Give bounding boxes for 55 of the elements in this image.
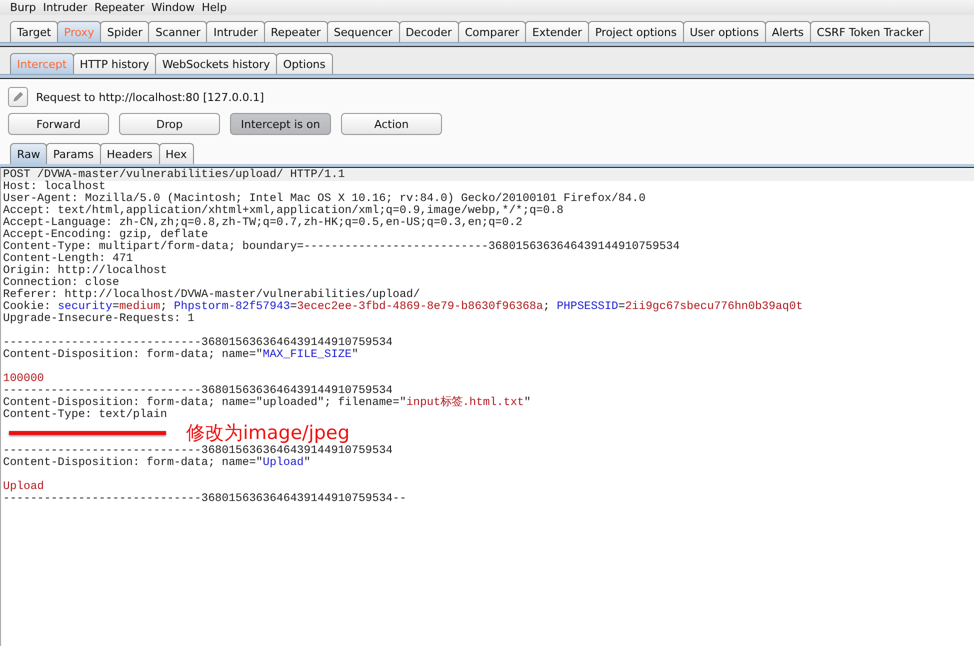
request-line: -----------------------------3680156363646439144910759534 <box>2 337 394 349</box>
menu-item[interactable]: Window <box>151 1 195 14</box>
main-tab[interactable]: Alerts <box>764 21 811 42</box>
request-line: -----------------------------3680156363646439144910759534-- <box>2 493 408 505</box>
action-button[interactable]: Intercept is on <box>230 113 331 135</box>
main-tab[interactable]: CSRF Token Tracker <box>810 21 930 42</box>
main-tab[interactable]: Repeater <box>264 21 328 42</box>
main-tab[interactable]: Extender <box>525 21 590 42</box>
action-button[interactable]: Action <box>341 113 442 135</box>
menu-item[interactable]: Help <box>202 1 227 14</box>
request-line: Referer: http://localhost/DVWA-master/vulnerabilities/upload/ <box>2 289 420 301</box>
main-tab[interactable]: Comparer <box>458 21 526 42</box>
request-line: Host: localhost <box>2 181 106 193</box>
request-line: Content-Disposition: form-data; name="uploaded"; filename="input标签.html.txt" <box>2 397 532 409</box>
sub-tab[interactable]: HTTP history <box>72 53 156 74</box>
request-line: Accept-Language: zh-CN,zh;q=0.8,zh-TW;q=0.7,zh-HK;q=0.5,en-US;q=0.3,en;q=0.2 <box>2 217 524 229</box>
sub-tab[interactable]: Options <box>276 53 333 74</box>
request-line: Cookie: security=medium; Phpstorm-82f57943=3ecec2ee-3fbd-4869-8e79-b8630f96368a; PHPSESSID=2ii9gc67sbecu776hn0b39aq0t <box>2 301 804 313</box>
main-tab[interactable]: User options <box>682 21 766 42</box>
request-line: Upgrade-Insecure-Requests: 1 <box>2 313 196 325</box>
view-tab[interactable]: Headers <box>100 143 160 164</box>
request-line: Upload <box>2 481 46 493</box>
main-tab[interactable]: Scanner <box>148 21 208 42</box>
request-line: Connection: close <box>2 277 120 289</box>
request-line: -----------------------------3680156363646439144910759534 <box>2 385 393 397</box>
request-line: Content-Type: multipart/form-data; boundary=---------------------------3680156363646439144910759534 <box>2 241 681 253</box>
pencil-icon[interactable] <box>8 87 28 107</box>
sub-tab[interactable]: WebSockets history <box>155 53 278 74</box>
request-line: Content-Disposition: form-data; name="MAX_FILE_SIZE" <box>2 349 360 361</box>
main-tab[interactable]: Spider <box>100 21 150 42</box>
action-button[interactable]: Drop <box>119 113 220 135</box>
request-line: Content-Length: 471 <box>2 253 133 265</box>
request-line: Accept-Encoding: gzip, deflate <box>2 229 208 241</box>
menu-item[interactable]: Burp <box>10 1 36 14</box>
request-editor[interactable] <box>0 167 974 646</box>
view-tab[interactable]: Raw <box>10 143 48 164</box>
menu-item[interactable]: Repeater <box>94 1 144 14</box>
main-tab[interactable]: Project options <box>588 21 684 42</box>
main-tab[interactable]: Decoder <box>398 21 459 42</box>
request-line: User-Agent: Mozilla/5.0 (Macintosh; Intel Mac OS X 10.16; rv:84.0) Gecko/20100101 Firefox/84.0 <box>2 193 647 205</box>
request-line: Accept: text/html,application/xhtml+xml,application/xml;q=0.9,image/webp,*/*;q=0.8 <box>2 205 565 217</box>
request-info: Request to http://localhost:80 [127.0.0.1] <box>36 90 264 104</box>
request-line: -----------------------------3680156363646439144910759534 <box>2 445 394 457</box>
request-line: Origin: http://localhost <box>2 265 168 277</box>
request-line: Content-Disposition: form-data; name="Upload" <box>2 457 312 469</box>
menu-item[interactable]: Intruder <box>43 1 88 14</box>
main-tab[interactable]: Sequencer <box>326 21 400 42</box>
action-button[interactable]: Forward <box>8 113 109 135</box>
annotation-text: 修改为image/jpeg <box>186 421 350 445</box>
view-tab[interactable]: Params <box>46 143 101 164</box>
request-line: Content-Type: text/plain <box>2 409 168 421</box>
request-line: 100000 <box>2 373 46 385</box>
view-tab[interactable]: Hex <box>158 143 194 164</box>
main-tab[interactable]: Target <box>10 21 58 42</box>
main-tab[interactable]: Intruder <box>206 21 265 42</box>
